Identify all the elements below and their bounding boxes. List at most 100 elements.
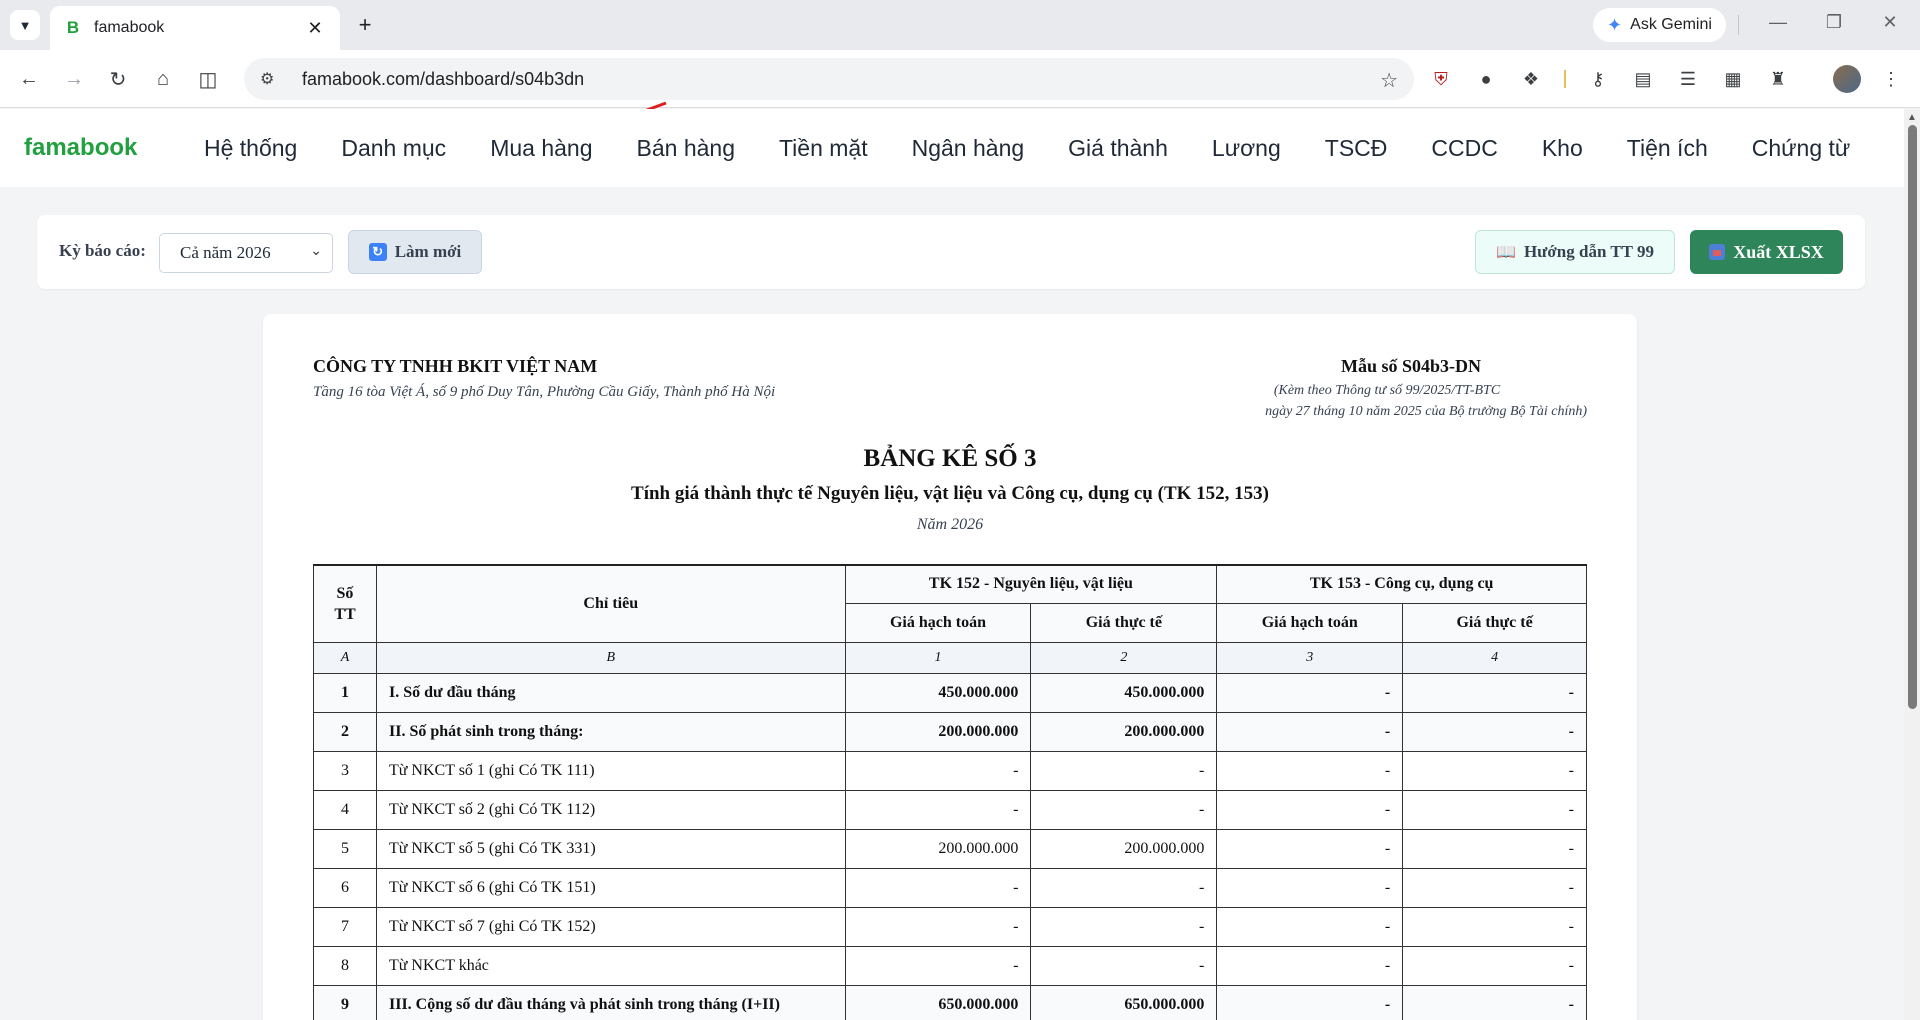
forward-arrow-icon[interactable]: → — [61, 66, 87, 92]
column-letter-row: A B 1 2 3 4 — [313, 641, 1587, 674]
url-text: famabook.com/dashboard/s04b3dn — [302, 68, 585, 89]
row-tk153-gia-hach-toan: - — [1216, 828, 1404, 869]
browser-tab[interactable]: B famabook ✕ — [50, 6, 340, 50]
compass-extension-icon[interactable]: ● — [1473, 66, 1499, 92]
menu-item-tscd[interactable]: TSCĐ — [1303, 135, 1410, 162]
row-tk152-gia-thuc-te: - — [1030, 789, 1218, 830]
toolbar-divider — [1738, 15, 1739, 35]
report-paper: CÔNG TY TNHH BKIT VIỆT NAM Tầng 16 tòa V… — [263, 314, 1637, 1020]
gemini-sparkle-icon: ✦ — [1607, 14, 1623, 35]
report-table: Số TT Chỉ tiêu TK 152 - Nguyên liệu, vật… — [313, 564, 1587, 1020]
row-tk153-gia-hach-toan: - — [1216, 711, 1404, 752]
tab-search-button[interactable]: ▼ — [10, 10, 40, 40]
menu-item-mua-hang[interactable]: Mua hàng — [468, 135, 614, 162]
brand-logo[interactable]: famabook — [24, 134, 182, 162]
row-stt: 1 — [313, 672, 377, 713]
more-vertical-icon[interactable]: ⋮ — [1878, 66, 1904, 92]
menu-item-luong[interactable]: Lương — [1190, 135, 1303, 162]
row-tk153-gia-thuc-te: - — [1402, 828, 1587, 869]
menu-item-kho[interactable]: Kho — [1520, 135, 1605, 162]
menu-item-chung-tu[interactable]: Chứng từ — [1730, 135, 1873, 162]
home-icon[interactable]: ⌂ — [150, 66, 176, 92]
tab-title: famabook — [94, 19, 165, 36]
row-tk153-gia-hach-toan: - — [1216, 906, 1404, 947]
ask-gemini-button[interactable]: ✦ Ask Gemini — [1593, 8, 1726, 42]
url-omnibox[interactable]: ⚙ famabook.com/dashboard/s04b3dn ☆ — [244, 58, 1414, 100]
period-select[interactable]: Cả năm 2026 ⌄ — [159, 233, 333, 273]
col-letter-b: B — [375, 641, 846, 674]
menu-item-gia-thanh[interactable]: Giá thành — [1046, 135, 1190, 162]
row-tk152-gia-hach-toan: - — [844, 789, 1032, 830]
menu-item-tien-mat[interactable]: Tiền mặt — [757, 135, 890, 162]
table-icon[interactable]: ▦ — [1720, 66, 1746, 92]
scrollbar-thumb[interactable] — [1908, 125, 1917, 709]
menu-item-ngan-hang[interactable]: Ngân hàng — [890, 135, 1047, 162]
row-tk152-gia-hach-toan: 650.000.000 — [844, 984, 1032, 1020]
col-letter-4: 4 — [1402, 641, 1587, 674]
guide-button-label: Hướng dẫn TT 99 — [1523, 242, 1654, 261]
row-tk152-gia-thuc-te: - — [1030, 750, 1218, 791]
company-address: Tầng 16 tòa Việt Á, số 9 phố Duy Tân, Ph… — [313, 384, 776, 400]
site-info-icon[interactable]: ⚙ — [260, 69, 290, 89]
shield-extension-icon[interactable]: ⛨ — [1428, 66, 1454, 92]
row-tk153-gia-hach-toan: - — [1216, 945, 1404, 986]
row-stt: 8 — [313, 945, 377, 986]
col-letter-a: A — [313, 641, 377, 674]
refresh-button[interactable]: ↻ Làm mới — [348, 230, 482, 274]
famabook-favicon-icon: B — [66, 18, 80, 37]
menu-item-he-thong[interactable]: Hệ thống — [182, 135, 319, 162]
row-tk152-gia-hach-toan: 200.000.000 — [844, 711, 1032, 752]
minimize-window-icon[interactable]: — — [1763, 12, 1793, 33]
key-passwords-icon[interactable]: ⚷ — [1585, 66, 1611, 92]
row-tk152-gia-hach-toan: 200.000.000 — [844, 828, 1032, 869]
menu-item-danh-muc[interactable]: Danh mục — [319, 135, 468, 162]
export-xlsx-button[interactable]: Xuất XLSX — [1690, 230, 1843, 274]
incognito-icon[interactable]: ♜ — [1765, 66, 1791, 92]
bookmark-star-icon[interactable]: ☆ — [1380, 68, 1398, 93]
row-tk152-gia-hach-toan: - — [844, 750, 1032, 791]
back-arrow-icon[interactable]: ← — [16, 66, 42, 92]
row-stt: 4 — [313, 789, 377, 830]
restore-window-icon[interactable]: ❐ — [1819, 12, 1849, 33]
row-label: Từ NKCT khác — [375, 945, 846, 986]
row-tk153-gia-thuc-te: - — [1402, 945, 1587, 986]
row-stt: 3 — [313, 750, 377, 791]
table-row: 9 III. Cộng số dư đầu tháng và phát sinh … — [313, 984, 1587, 1020]
refresh-button-label: Làm mới — [394, 242, 462, 261]
row-tk153-gia-thuc-te: - — [1402, 906, 1587, 947]
row-tk153-gia-hach-toan: - — [1216, 789, 1404, 830]
header-tk153: TK 153 - Công cụ, dụng cụ — [1216, 564, 1587, 604]
credit-card-icon[interactable]: ▤ — [1630, 66, 1656, 92]
form-number: Mẫu số S04b3-DN — [1340, 356, 1481, 376]
report-toolbar: Kỳ báo cáo: Cả năm 2026 ⌄ ↻ Làm mới 📖 Hư… — [37, 215, 1865, 289]
page-scrollbar[interactable]: ▲ — [1904, 109, 1920, 1020]
company-name: CÔNG TY TNHH BKIT VIỆT NAM — [313, 356, 598, 376]
row-label: II. Số phát sinh trong tháng: — [375, 711, 846, 752]
profile-avatar[interactable] — [1833, 65, 1861, 93]
menu-item-ccdc[interactable]: CCDC — [1409, 135, 1519, 162]
reload-icon[interactable]: ↻ — [105, 66, 131, 92]
close-tab-icon[interactable]: ✕ — [304, 18, 326, 39]
scroll-up-arrow-icon[interactable]: ▲ — [1907, 112, 1917, 123]
refresh-icon: ↻ — [368, 243, 387, 261]
split-view-icon[interactable]: ◫ — [195, 66, 221, 92]
row-label: Từ NKCT số 6 (ghi Có TK 151) — [375, 867, 846, 908]
period-select-value: Cả năm 2026 — [180, 243, 271, 262]
header-stt: Số TT — [313, 564, 377, 643]
table-row: 6 Từ NKCT số 6 (ghi Có TK 151) - - - - — [313, 867, 1587, 908]
row-tk153-gia-thuc-te: - — [1402, 672, 1587, 713]
close-window-icon[interactable]: ✕ — [1875, 12, 1905, 33]
header-tk152-gia-hach-toan: Giá hạch toán — [844, 602, 1032, 643]
guide-tt99-button[interactable]: 📖 Hướng dẫn TT 99 — [1475, 230, 1675, 274]
reading-list-icon[interactable]: ☰ — [1675, 66, 1701, 92]
menu-item-ban-hang[interactable]: Bán hàng — [615, 135, 757, 162]
header-tk153-gia-thuc-te: Giá thực tế — [1402, 602, 1587, 643]
table-row: 3 Từ NKCT số 1 (ghi Có TK 111) - - - - — [313, 750, 1587, 791]
header-tk152: TK 152 - Nguyên liệu, vật liệu — [844, 564, 1218, 604]
table-row: 8 Từ NKCT khác - - - - — [313, 945, 1587, 986]
export-button-label: Xuất XLSX — [1733, 241, 1824, 262]
puzzle-extensions-icon[interactable]: ❖ — [1518, 66, 1544, 92]
new-tab-plus-icon[interactable]: + — [352, 12, 378, 38]
menu-item-tien-ich[interactable]: Tiện ích — [1605, 135, 1730, 162]
period-label: Kỳ báo cáo: — [59, 241, 146, 260]
